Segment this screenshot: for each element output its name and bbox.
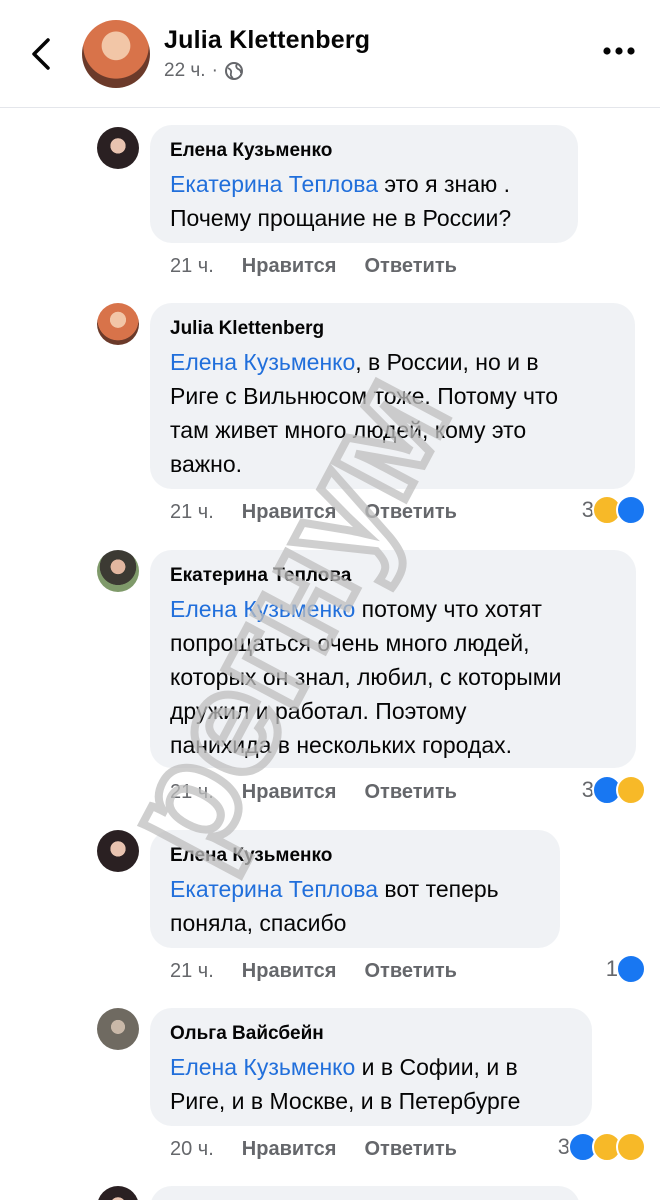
reply-button[interactable]: Ответить: [364, 501, 456, 524]
comment-bubble: [150, 1186, 580, 1200]
mention-link[interactable]: Екатерина Теплова: [170, 876, 378, 902]
mention-link[interactable]: Елена Кузьменко: [170, 1054, 355, 1080]
comment-actions: 21 ч. Нравится Ответить: [170, 960, 457, 983]
comment-actions: 21 ч. Нравится Ответить: [170, 501, 457, 524]
author-avatar[interactable]: [82, 20, 150, 88]
post-meta: 22 ч. ·: [164, 60, 244, 82]
mention-link[interactable]: Елена Кузьменко: [170, 596, 355, 622]
page-title[interactable]: Julia Klettenberg: [164, 26, 370, 55]
avatar[interactable]: [97, 127, 139, 169]
comment-bubble: Julia Klettenberg Елена Кузьменко, в Рос…: [150, 303, 635, 489]
reply-button[interactable]: Ответить: [364, 781, 456, 804]
like-button[interactable]: Нравится: [242, 781, 337, 804]
like-button[interactable]: Нравится: [242, 501, 337, 524]
avatar[interactable]: [97, 550, 139, 592]
post-time[interactable]: 22 ч.: [164, 60, 206, 82]
comment-author[interactable]: Елена Кузьменко: [170, 139, 558, 163]
comment-bubble: Ольга Вайсбейн Елена Кузьменко и в Софии…: [150, 1008, 592, 1126]
comment-text: Елена Кузьменко, в России, но и в Риге с …: [170, 349, 559, 477]
comment-text: Екатерина Теплова вот теперь поняла, спас…: [170, 876, 499, 936]
comment-author[interactable]: Екатерина Теплова: [170, 564, 616, 588]
comment-bubble: Елена Кузьменко Екатерина Теплова это я …: [150, 125, 578, 243]
like-button[interactable]: Нравится: [242, 1138, 337, 1161]
comment-text: Екатерина Теплова это я знаю . Почему про…: [170, 171, 512, 231]
avatar[interactable]: [97, 830, 139, 872]
more-dots-icon[interactable]: [602, 44, 636, 58]
meta-separator: ·: [211, 60, 218, 81]
comment-actions: 21 ч. Нравится Ответить: [170, 781, 457, 804]
mention-link[interactable]: Елена Кузьменко: [170, 349, 355, 375]
comment-time[interactable]: 21 ч.: [170, 501, 214, 524]
comment-author[interactable]: Елена Кузьменко: [170, 844, 540, 868]
comment-actions: 20 ч. Нравится Ответить: [170, 1138, 457, 1161]
comment-bubble: Елена Кузьменко Екатерина Теплова вот те…: [150, 830, 560, 948]
like-button[interactable]: Нравится: [242, 255, 337, 278]
like-button[interactable]: Нравится: [242, 960, 337, 983]
reactions-summary[interactable]: 3: [558, 1132, 646, 1162]
sad-reaction-icon: [616, 1132, 646, 1162]
globe-icon: [224, 62, 243, 80]
care-reaction-icon: [616, 775, 646, 805]
comment-bubble: Екатерина Теплова Елена Кузьменко потому…: [150, 550, 636, 768]
comment-author[interactable]: Ольга Вайсбейн: [170, 1022, 572, 1046]
comment-time[interactable]: 20 ч.: [170, 1138, 214, 1161]
avatar[interactable]: [97, 303, 139, 345]
like-reaction-icon: [616, 954, 646, 984]
reply-button[interactable]: Ответить: [364, 255, 456, 278]
reactions-summary[interactable]: 1: [606, 954, 646, 984]
reply-button[interactable]: Ответить: [364, 960, 456, 983]
reply-button[interactable]: Ответить: [364, 1138, 456, 1161]
post-header: Julia Klettenberg 22 ч. ·: [0, 0, 660, 108]
comment-time[interactable]: 21 ч.: [170, 960, 214, 983]
comment-time[interactable]: 21 ч.: [170, 781, 214, 804]
mention-link[interactable]: Екатерина Теплова: [170, 171, 378, 197]
chevron-left-icon[interactable]: [26, 34, 56, 74]
like-reaction-icon: [616, 495, 646, 525]
avatar[interactable]: [97, 1186, 139, 1200]
reactions-summary[interactable]: 3: [582, 775, 646, 805]
comment-text: Елена Кузьменко и в Софии, и в Риге, и в …: [170, 1054, 521, 1114]
comment-actions: 21 ч. Нравится Ответить: [170, 255, 457, 278]
avatar[interactable]: [97, 1008, 139, 1050]
comment-author[interactable]: Julia Klettenberg: [170, 317, 615, 341]
comment-time[interactable]: 21 ч.: [170, 255, 214, 278]
reactions-summary[interactable]: 3: [582, 495, 646, 525]
comment-text: Елена Кузьменко потому что хотят попрощат…: [170, 596, 562, 758]
